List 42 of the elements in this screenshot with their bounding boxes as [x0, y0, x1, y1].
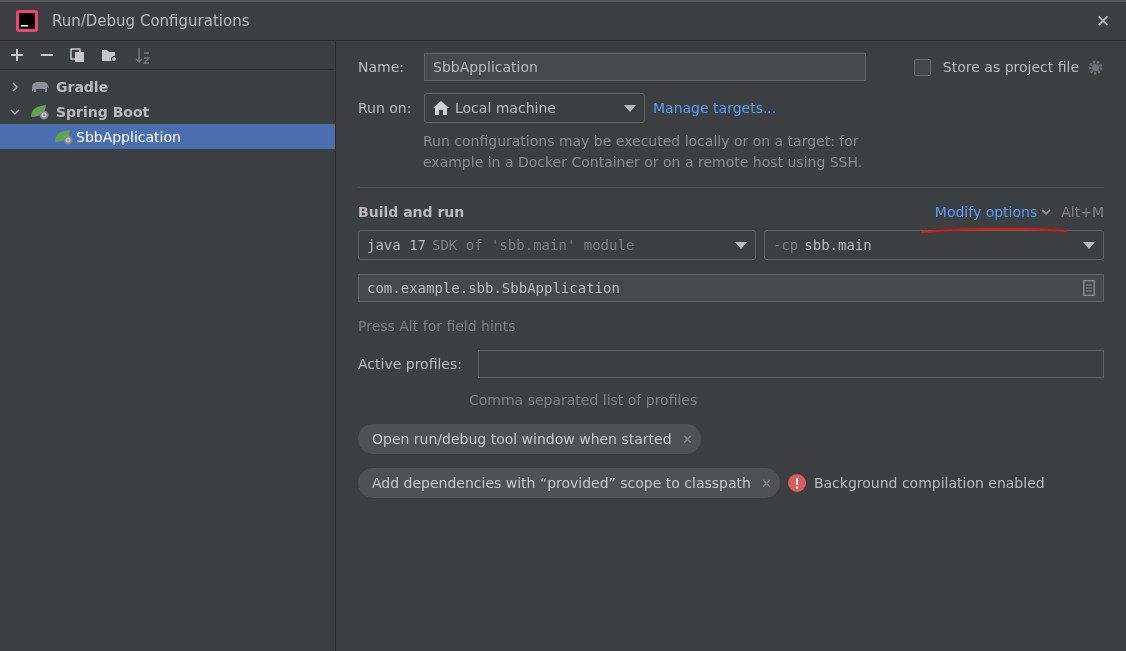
elephant-icon	[30, 79, 50, 94]
active-profiles-label: Active profiles:	[358, 356, 462, 372]
option-chip[interactable]: Open run/debug tool window when started ✕	[358, 424, 701, 454]
sort-icon[interactable]	[134, 46, 151, 64]
name-label: Name:	[358, 59, 406, 75]
copy-icon[interactable]	[70, 47, 85, 63]
caret-icon	[624, 104, 636, 112]
tree-item[interactable]: SbbApplication	[0, 124, 335, 149]
run-on-dropdown[interactable]: Local machine	[424, 93, 645, 123]
tree-item[interactable]: Gradle	[0, 74, 335, 99]
option-chip[interactable]: Add dependencies with “provided” scope to classpath ✕	[358, 468, 780, 498]
add-icon[interactable]	[10, 48, 24, 62]
app-logo-icon	[16, 10, 38, 32]
tree-item[interactable]: Spring Boot	[0, 99, 335, 124]
active-profiles-hint: Comma separated list of profiles	[469, 392, 699, 408]
warning-text: Background compilation enabled	[813, 475, 1045, 491]
close-button[interactable]: ✕	[1092, 8, 1114, 34]
store-as-project-file-label: Store as project file	[942, 59, 1079, 75]
document-icon[interactable]	[1083, 280, 1095, 296]
caret-icon	[735, 241, 747, 249]
jre-dropdown[interactable]: java 17 SDK of 'sbb.main' module	[358, 230, 756, 260]
new-folder-icon[interactable]	[101, 47, 118, 63]
chevron-down-icon[interactable]	[10, 106, 20, 117]
error-icon	[787, 474, 806, 492]
caret-icon	[1083, 241, 1095, 249]
main-class-field[interactable]: com.example.sbb.SbbApplication	[358, 274, 1104, 302]
leaf-power-icon	[30, 103, 50, 120]
chevron-right-icon[interactable]	[10, 81, 20, 92]
classpath-dropdown[interactable]: -cp sbb.main	[764, 230, 1104, 260]
field-hints-text: Press Alt for field hints	[358, 318, 517, 334]
run-on-hint: Run configurations may be executed locally or on a target: for example in a Docker Container or on a remote host using SSH.	[423, 132, 864, 172]
name-field[interactable]: SbbApplication	[424, 53, 866, 81]
section-title: Build and run	[358, 204, 465, 220]
chevron-down-icon[interactable]	[1041, 208, 1052, 216]
shortcut-label: Alt+M	[1061, 204, 1104, 220]
manage-targets-link[interactable]: Manage targets...	[653, 100, 777, 116]
home-icon	[433, 101, 449, 115]
checkbox[interactable]	[913, 58, 931, 76]
run-on-label: Run on:	[358, 100, 413, 116]
window-title: Run/Debug Configurations	[52, 12, 251, 30]
modify-options-link[interactable]: Modify options	[934, 204, 1038, 220]
leaf-power-icon	[54, 128, 74, 145]
